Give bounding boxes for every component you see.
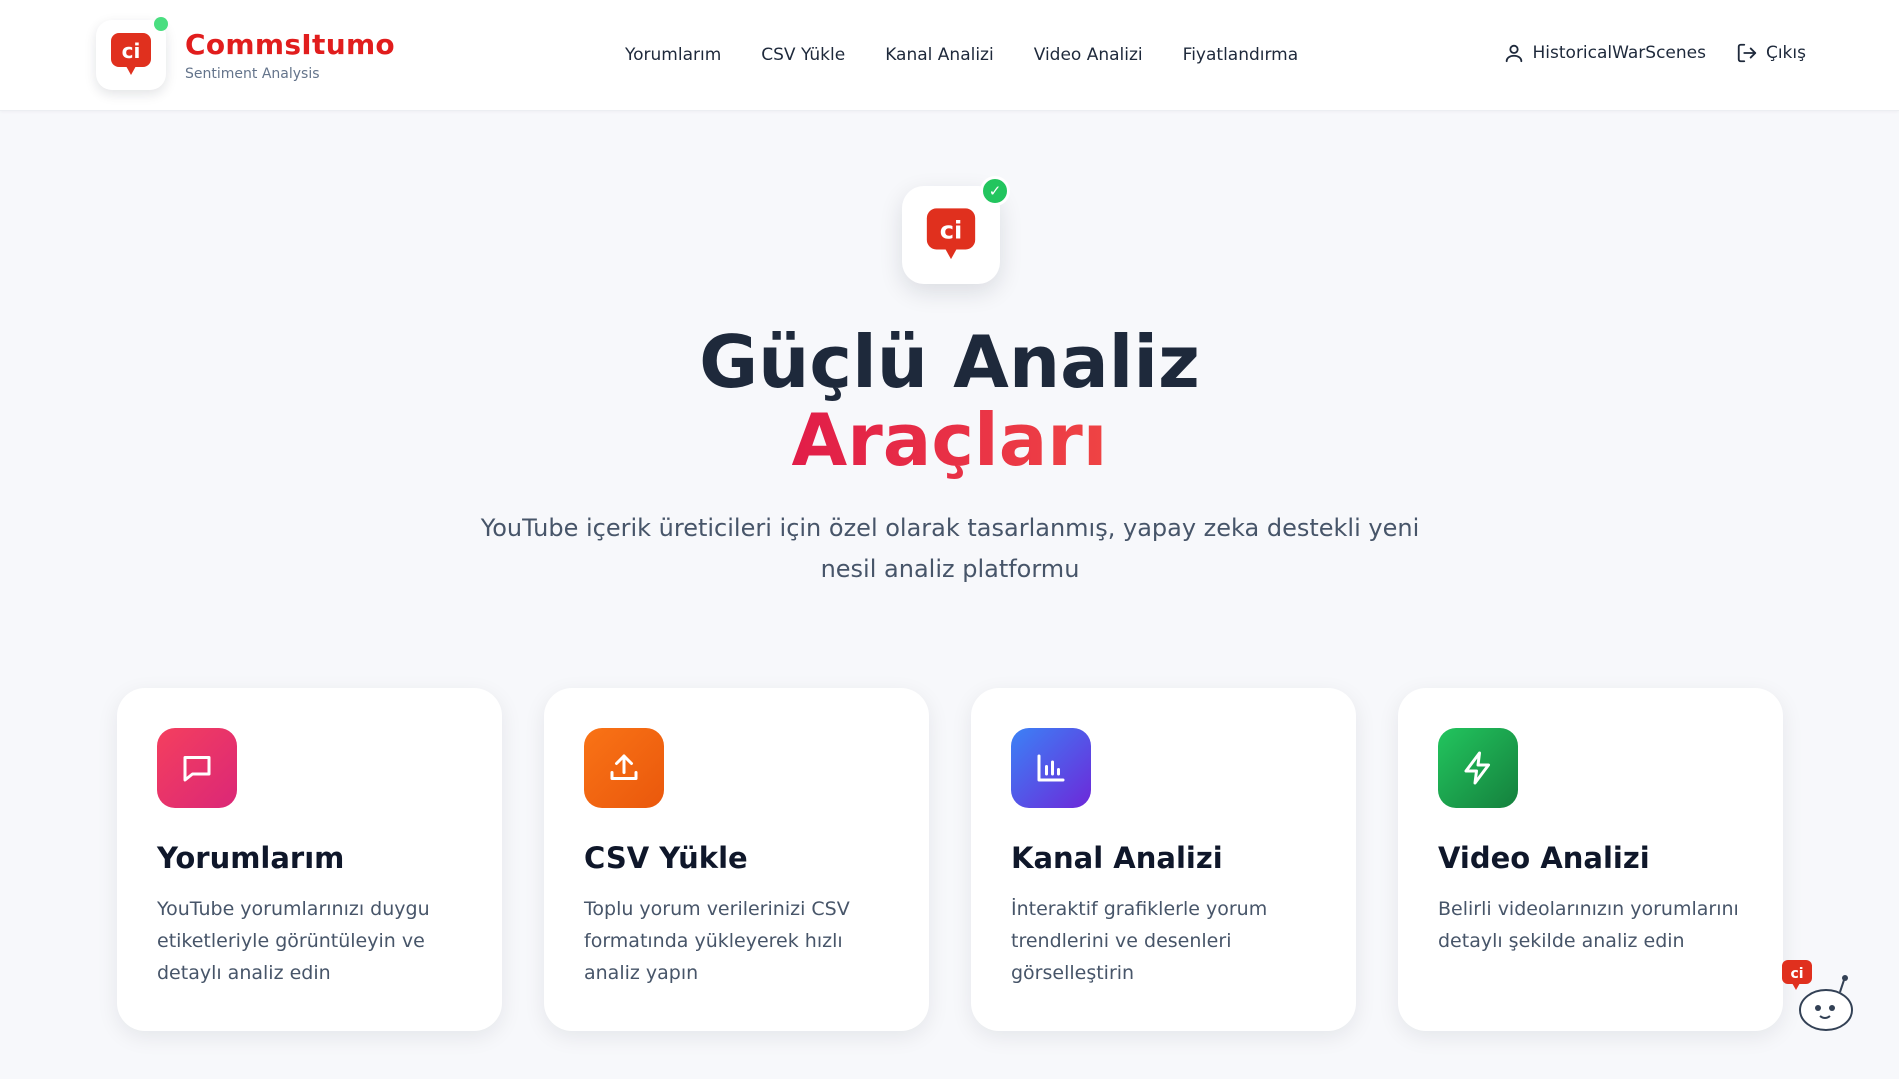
logo-text: ci <box>122 39 141 63</box>
user-icon <box>1503 42 1525 64</box>
nav-item-video-analizi[interactable]: Video Analizi <box>1034 45 1143 65</box>
card-description: İnteraktif grafiklerle yorum trendlerini… <box>1011 898 1268 984</box>
message-icon <box>157 728 237 808</box>
feature-card-csv-yukle[interactable]: CSV Yükle Toplu yorum verilerinizi CSV f… <box>544 688 929 1031</box>
hero-title-line1: Güçlü Analiz <box>699 320 1200 404</box>
feature-card-yorumlarim[interactable]: Yorumlarım YouTube yorumlarınızı duygu e… <box>117 688 502 1031</box>
hero-description: YouTube içerik üreticileri için özel ola… <box>480 514 1420 583</box>
mascot-icon: ci <box>1782 960 1853 1031</box>
card-description: Belirli videolarınızın yorumlarını detay… <box>1438 898 1739 952</box>
ci-logo-icon: ci <box>111 33 151 75</box>
username[interactable]: HistoricalWarScenes <box>1533 43 1706 63</box>
top-navbar: ci CommsItumo Sentiment Analysis Yorumla… <box>0 0 1899 111</box>
mascot-logo-text: ci <box>1790 966 1803 982</box>
check-icon: ✓ <box>980 176 1010 206</box>
nav-item-kanal-analizi[interactable]: Kanal Analizi <box>885 45 994 65</box>
brand-logo[interactable]: ci <box>96 20 166 90</box>
hero-logo-text: ci <box>940 217 963 245</box>
hero-title-line2: Araçları <box>0 404 1899 476</box>
lightning-icon <box>1438 728 1518 808</box>
brand-name[interactable]: CommsItumo <box>185 28 395 61</box>
card-title: Kanal Analizi <box>1011 841 1223 875</box>
card-description: Toplu yorum verilerinizi CSV formatında … <box>584 898 850 984</box>
bar-chart-icon <box>1011 728 1091 808</box>
nav-item-fiyatlandirma[interactable]: Fiyatlandırma <box>1183 45 1299 65</box>
chat-mascot-button[interactable]: ci <box>1782 958 1862 1038</box>
card-title: Video Analizi <box>1438 841 1650 875</box>
feature-card-video-analizi[interactable]: Video Analizi Belirli videolarınızın yor… <box>1398 688 1783 1031</box>
brand-subtitle: Sentiment Analysis <box>185 66 320 82</box>
online-status-dot <box>154 17 168 31</box>
logout-icon[interactable] <box>1736 42 1758 64</box>
upload-icon <box>584 728 664 808</box>
feature-card-kanal-analizi[interactable]: Kanal Analizi İnteraktif grafiklerle yor… <box>971 688 1356 1031</box>
card-description: YouTube yorumlarınızı duygu etiketleriyl… <box>157 898 430 984</box>
ci-logo-icon: ci <box>926 208 976 260</box>
user-menu: HistoricalWarScenes Çıkış <box>1503 42 1806 64</box>
nav-item-csv-yukle[interactable]: CSV Yükle <box>761 45 845 65</box>
main-nav: Yorumlarım CSV Yükle Kanal Analizi Video… <box>625 45 1298 65</box>
card-title: CSV Yükle <box>584 841 748 875</box>
logout-button[interactable]: Çıkış <box>1766 43 1806 63</box>
card-title: Yorumlarım <box>157 841 345 875</box>
hero-title-highlight: Araçları <box>791 398 1108 482</box>
nav-item-yorumlarim[interactable]: Yorumlarım <box>625 45 721 65</box>
